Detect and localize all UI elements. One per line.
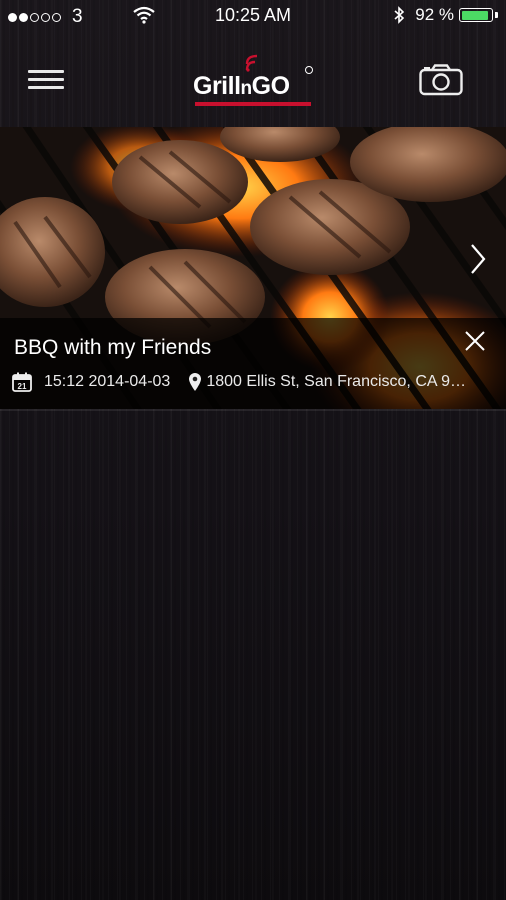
event-datetime: 15:12 2014-04-03	[44, 373, 171, 390]
hamburger-menu-icon[interactable]	[28, 70, 64, 90]
chevron-right-icon[interactable]	[470, 243, 486, 275]
logo-underline	[195, 102, 311, 106]
divider	[0, 409, 506, 411]
logo-wordmark: GrillnGO	[193, 72, 290, 100]
battery-percentage: 92 %	[415, 5, 454, 24]
location-pin-icon	[189, 373, 202, 391]
bluetooth-icon	[394, 6, 405, 24]
close-icon[interactable]	[464, 330, 486, 352]
app-logo: GrillnGO	[193, 52, 315, 108]
nav-bar: GrillnGO	[0, 32, 506, 126]
event-title: BBQ with my Friends	[14, 336, 212, 359]
event-info-overlay: BBQ with my Friends 21 15:12 2014-04-03 …	[0, 318, 506, 409]
battery-cap	[495, 12, 498, 18]
svg-text:21: 21	[18, 382, 27, 391]
event-card[interactable]: BBQ with my Friends 21 15:12 2014-04-03 …	[0, 127, 506, 409]
battery-icon	[459, 8, 493, 22]
event-address: 1800 Ellis St, San Francisco, CA 9…	[206, 373, 466, 390]
logo-degree-mark	[305, 66, 313, 74]
battery-level	[461, 10, 489, 20]
status-bar: 3 10:25 AM 92 %	[0, 0, 506, 32]
camera-icon[interactable]	[419, 64, 463, 96]
signal-waves-icon	[245, 54, 258, 72]
event-meta: 21 15:12 2014-04-03 1800 Ellis St, San F…	[12, 372, 502, 392]
calendar-icon: 21	[12, 372, 32, 392]
